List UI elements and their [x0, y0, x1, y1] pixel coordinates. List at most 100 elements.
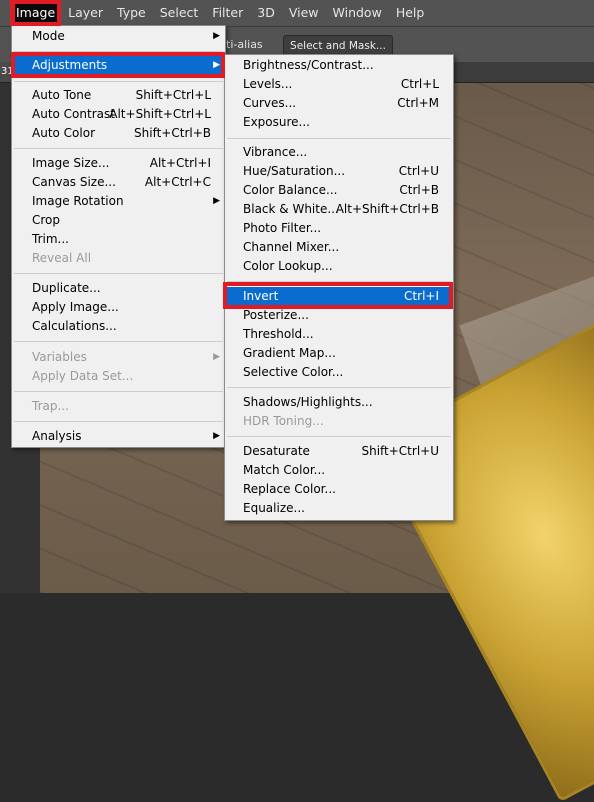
menu-item-image-rotation[interactable]: Image Rotation ▶: [13, 192, 224, 211]
anti-alias-label[interactable]: ti-alias: [226, 38, 263, 51]
auto-tone-shortcut: Shift+Ctrl+L: [135, 88, 211, 102]
menu-item-color-lookup[interactable]: Color Lookup...: [226, 257, 452, 276]
hdr-toning-label: HDR Toning...: [243, 414, 324, 428]
menu-item-replace-color[interactable]: Replace Color...: [226, 480, 452, 499]
menu-item-gradient-map[interactable]: Gradient Map...: [226, 344, 452, 363]
menu-item-desaturate[interactable]: Desaturate Shift+Ctrl+U: [226, 442, 452, 461]
menu-item-reveal-all: Reveal All: [13, 249, 224, 268]
menu-item-black-white[interactable]: Black & White... Alt+Shift+Ctrl+B: [226, 200, 452, 219]
submenu-arrow-icon: ▶: [213, 431, 220, 441]
submenu-arrow-icon: ▶: [213, 31, 220, 41]
menu-item-calculations[interactable]: Calculations...: [13, 317, 224, 336]
calculations-label: Calculations...: [32, 319, 117, 333]
color-lookup-label: Color Lookup...: [243, 259, 333, 273]
channel-mixer-label: Channel Mixer...: [243, 240, 340, 254]
menu-item-selective-color[interactable]: Selective Color...: [226, 363, 452, 382]
apply-data-set-label: Apply Data Set...: [32, 369, 134, 383]
menu-item-photo-filter[interactable]: Photo Filter...: [226, 219, 452, 238]
menu-filter[interactable]: Filter: [205, 0, 250, 26]
match-color-label: Match Color...: [243, 463, 326, 477]
color-balance-shortcut: Ctrl+B: [399, 183, 439, 197]
replace-color-label: Replace Color...: [243, 482, 336, 496]
menu-item-apply-image[interactable]: Apply Image...: [13, 298, 224, 317]
posterize-label: Posterize...: [243, 308, 309, 322]
threshold-label: Threshold...: [243, 327, 314, 341]
brightness-contrast-label: Brightness/Contrast...: [243, 58, 374, 72]
menu-separator: [14, 51, 223, 52]
levels-label: Levels...: [243, 77, 293, 91]
menu-separator: [227, 387, 451, 388]
adjustments-label: Adjustments: [32, 58, 108, 72]
curves-shortcut: Ctrl+M: [397, 96, 439, 110]
menu-separator: [227, 281, 451, 282]
menu-item-apply-data-set: Apply Data Set...: [13, 367, 224, 386]
levels-shortcut: Ctrl+L: [400, 77, 439, 91]
menu-item-canvas-size[interactable]: Canvas Size... Alt+Ctrl+C: [13, 173, 224, 192]
menu-item-mode[interactable]: Mode ▶: [13, 27, 224, 46]
menu-item-curves[interactable]: Curves... Ctrl+M: [226, 94, 452, 113]
trim-label: Trim...: [32, 232, 69, 246]
menu-item-image-size[interactable]: Image Size... Alt+Ctrl+I: [13, 154, 224, 173]
menu-item-trap: Trap...: [13, 397, 224, 416]
menu-item-variables: Variables ▶: [13, 348, 224, 367]
image-size-shortcut: Alt+Ctrl+I: [149, 156, 211, 170]
menu-item-posterize[interactable]: Posterize...: [226, 306, 452, 325]
menu-item-color-balance[interactable]: Color Balance... Ctrl+B: [226, 181, 452, 200]
curves-label: Curves...: [243, 96, 297, 110]
exposure-label: Exposure...: [243, 115, 310, 129]
menu-item-invert[interactable]: Invert Ctrl+I: [226, 287, 452, 306]
menu-item-exposure[interactable]: Exposure...: [226, 113, 452, 132]
menu-item-channel-mixer[interactable]: Channel Mixer...: [226, 238, 452, 257]
menu-item-threshold[interactable]: Threshold...: [226, 325, 452, 344]
auto-color-shortcut: Shift+Ctrl+B: [134, 126, 211, 140]
crop-label: Crop: [32, 213, 61, 227]
menu-separator: [14, 341, 223, 342]
apply-image-label: Apply Image...: [32, 300, 119, 314]
submenu-arrow-icon: ▶: [213, 196, 220, 206]
menu-3d[interactable]: 3D: [250, 0, 282, 26]
menu-separator: [227, 436, 451, 437]
menu-select[interactable]: Select: [153, 0, 206, 26]
canvas-size-shortcut: Alt+Ctrl+C: [144, 175, 211, 189]
hue-saturation-shortcut: Ctrl+U: [398, 164, 439, 178]
trap-label: Trap...: [32, 399, 69, 413]
variables-label: Variables: [32, 350, 87, 364]
menu-item-auto-color[interactable]: Auto Color Shift+Ctrl+B: [13, 124, 224, 143]
hue-saturation-label: Hue/Saturation...: [243, 164, 346, 178]
menu-window[interactable]: Window: [326, 0, 389, 26]
auto-contrast-shortcut: Alt+Shift+Ctrl+L: [109, 107, 211, 121]
menu-item-auto-tone[interactable]: Auto Tone Shift+Ctrl+L: [13, 86, 224, 105]
image-menu: Mode ▶ Adjustments ▶ Auto Tone Shift+Ctrl+L…: [11, 25, 226, 448]
menu-item-analysis[interactable]: Analysis ▶: [13, 427, 224, 446]
menu-item-duplicate[interactable]: Duplicate...: [13, 279, 224, 298]
menu-item-trim[interactable]: Trim...: [13, 230, 224, 249]
menu-item-crop[interactable]: Crop: [13, 211, 224, 230]
menu-item-hue-saturation[interactable]: Hue/Saturation... Ctrl+U: [226, 162, 452, 181]
menu-item-vibrance[interactable]: Vibrance...: [226, 143, 452, 162]
menu-image[interactable]: Image: [10, 0, 62, 26]
menu-item-levels[interactable]: Levels... Ctrl+L: [226, 75, 452, 94]
menu-item-adjustments[interactable]: Adjustments ▶: [13, 56, 224, 75]
adjustments-submenu: Brightness/Contrast... Levels... Ctrl+L C…: [224, 54, 454, 521]
menu-item-match-color[interactable]: Match Color...: [226, 461, 452, 480]
menu-item-hdr-toning: HDR Toning...: [226, 412, 452, 431]
photo-filter-label: Photo Filter...: [243, 221, 322, 235]
menu-item-auto-contrast[interactable]: Auto Contrast Alt+Shift+Ctrl+L: [13, 105, 224, 124]
submenu-arrow-icon: ▶: [213, 60, 220, 70]
auto-tone-label: Auto Tone: [32, 88, 92, 102]
menu-separator: [227, 138, 451, 139]
menu-layer[interactable]: Layer: [61, 0, 110, 26]
vibrance-label: Vibrance...: [243, 145, 308, 159]
equalize-label: Equalize...: [243, 501, 305, 515]
menu-separator: [14, 81, 223, 82]
menu-type[interactable]: Type: [110, 0, 153, 26]
menu-item-equalize[interactable]: Equalize...: [226, 499, 452, 518]
color-balance-label: Color Balance...: [243, 183, 338, 197]
black-white-shortcut: Alt+Shift+Ctrl+B: [335, 202, 439, 216]
desaturate-shortcut: Shift+Ctrl+U: [361, 444, 439, 458]
menu-view[interactable]: View: [282, 0, 326, 26]
menu-bar: Image Layer Type Select Filter 3D View W…: [0, 0, 594, 26]
menu-help[interactable]: Help: [389, 0, 432, 26]
menu-item-shadows-highlights[interactable]: Shadows/Highlights...: [226, 393, 452, 412]
menu-item-brightness-contrast[interactable]: Brightness/Contrast...: [226, 56, 452, 75]
